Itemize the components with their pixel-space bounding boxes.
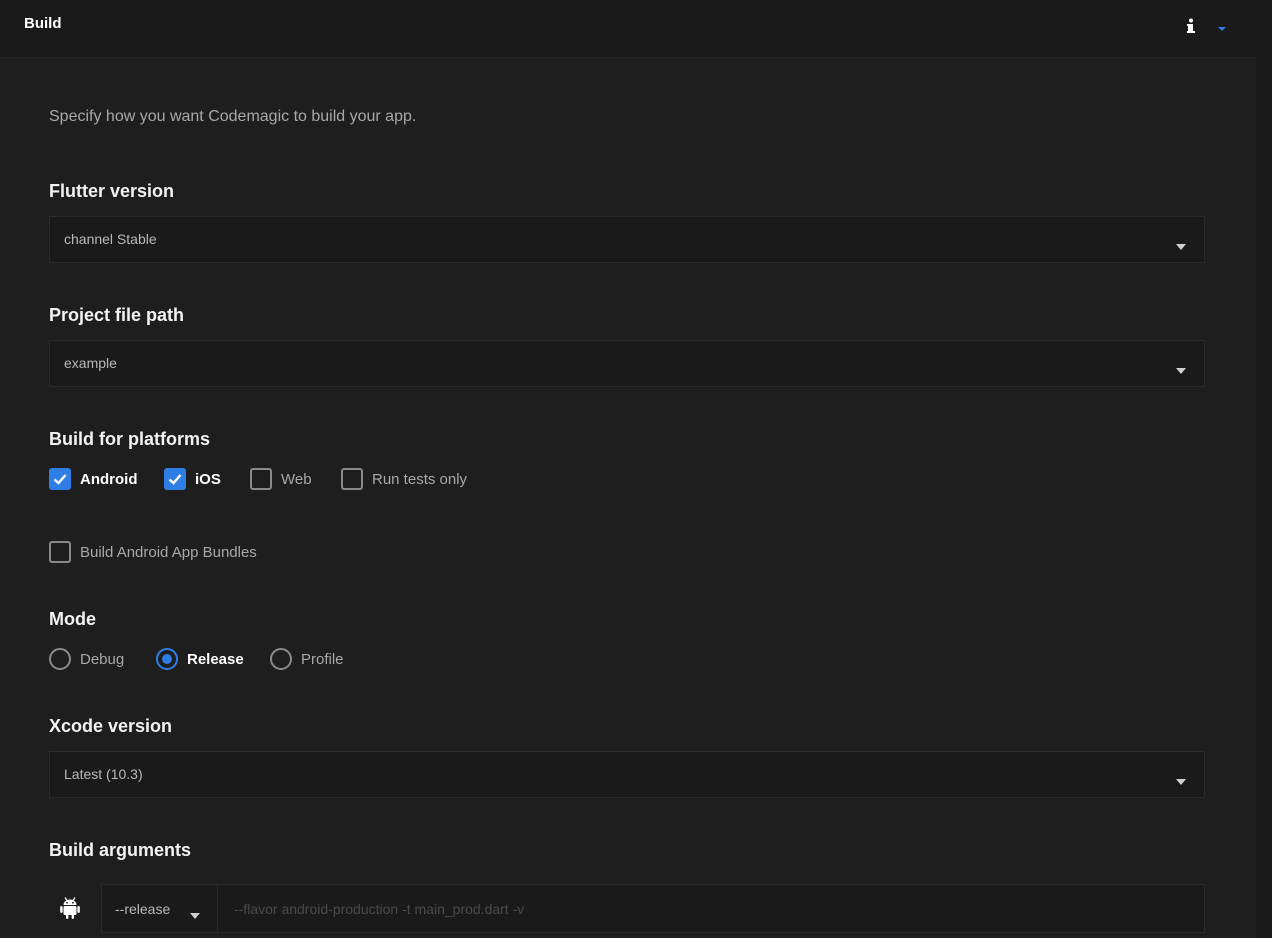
build-settings-panel [0, 58, 1256, 938]
checkmark-icon [53, 474, 67, 485]
build-arguments-label: Build arguments [49, 840, 192, 860]
project-file-path-label: Project file path [49, 305, 185, 325]
caret-down-icon [1176, 361, 1186, 374]
build-arguments-field: --release [101, 884, 1205, 933]
run-tests-only-checkbox[interactable] [341, 468, 363, 490]
app-bundles-checkbox[interactable] [49, 541, 71, 563]
release-radio-label: Release [187, 651, 244, 668]
intro-text: Specify how you want Codemagic to build … [49, 108, 417, 125]
platforms-label: Build for platforms [49, 429, 210, 449]
info-icon[interactable] [1184, 17, 1198, 35]
xcode-version-select[interactable]: Latest (10.3) [49, 751, 1205, 798]
flutter-version-value: channel Stable [64, 231, 157, 247]
android-checkbox[interactable] [49, 468, 71, 490]
build-mode-dropdown[interactable]: --release [102, 885, 218, 932]
checkmark-icon [168, 474, 182, 485]
ios-checkbox[interactable] [164, 468, 186, 490]
scroll-gutter [1256, 0, 1272, 938]
panel-header: Build [0, 0, 1256, 58]
caret-down-icon [190, 906, 200, 919]
profile-radio[interactable] [270, 648, 292, 670]
caret-down-icon [1176, 772, 1186, 785]
web-checkbox-label: Web [281, 471, 312, 488]
ios-checkbox-label: iOS [195, 471, 221, 488]
project-file-path-select[interactable]: example [49, 340, 1205, 387]
chevron-down-icon[interactable] [1216, 20, 1228, 31]
build-arguments-input[interactable] [218, 885, 1204, 932]
xcode-version-label: Xcode version [49, 716, 173, 736]
radio-dot [162, 654, 172, 664]
build-mode-value: --release [115, 901, 171, 917]
run-tests-only-checkbox-label: Run tests only [372, 471, 468, 488]
flutter-version-select[interactable]: channel Stable [49, 216, 1205, 263]
xcode-version-value: Latest (10.3) [64, 766, 143, 782]
android-icon [58, 896, 82, 920]
caret-down-icon [1176, 237, 1186, 250]
project-file-path-value: example [64, 355, 117, 371]
web-checkbox[interactable] [250, 468, 272, 490]
android-checkbox-label: Android [80, 471, 138, 488]
panel-title: Build [24, 15, 62, 32]
profile-radio-label: Profile [301, 651, 344, 668]
app-bundles-checkbox-label: Build Android App Bundles [80, 544, 257, 561]
flutter-version-label: Flutter version [49, 181, 175, 201]
release-radio[interactable] [156, 648, 178, 670]
debug-radio[interactable] [49, 648, 71, 670]
debug-radio-label: Debug [80, 651, 125, 668]
mode-label: Mode [49, 609, 96, 629]
